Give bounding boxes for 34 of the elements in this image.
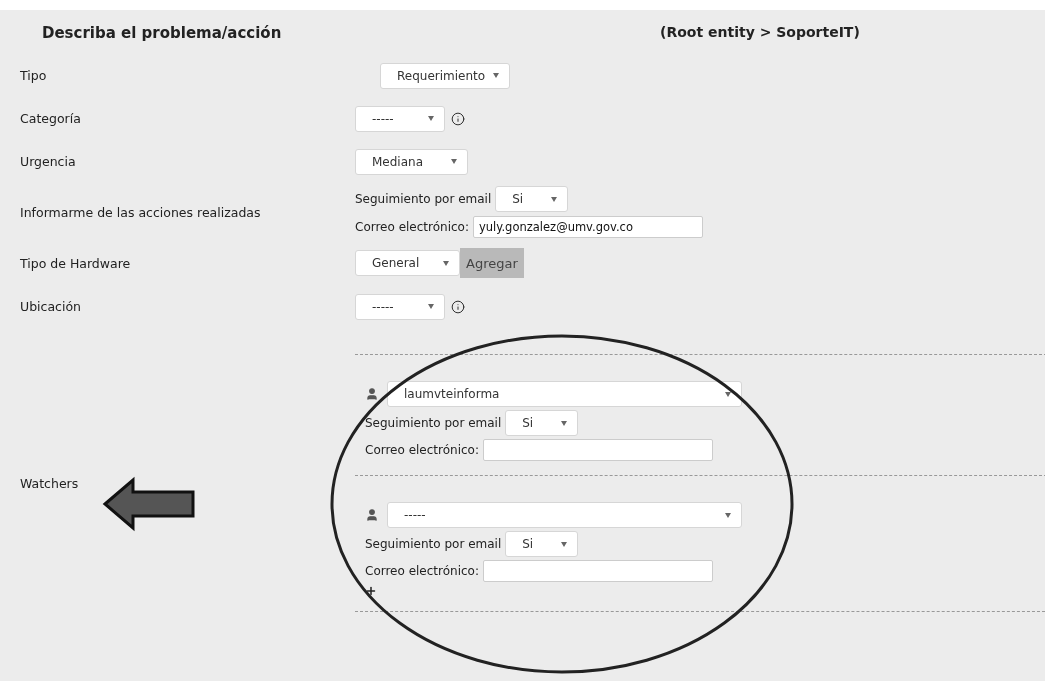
field-label: Seguimiento por email bbox=[365, 537, 502, 551]
user-icon bbox=[365, 508, 379, 522]
field-label: Correo electrónico: bbox=[365, 443, 479, 457]
section-title: Describa el problema/acción bbox=[41, 24, 283, 42]
entity-path: (Root entity > SoporteIT) bbox=[660, 24, 861, 42]
user-dropdown[interactable]: ----- bbox=[387, 502, 742, 528]
field-label: Tipo bbox=[20, 68, 48, 83]
dropdown[interactable]: General bbox=[355, 250, 460, 276]
add-button[interactable]: Agregar bbox=[460, 248, 524, 278]
info-icon[interactable] bbox=[451, 111, 465, 126]
field-label: Categoría bbox=[20, 111, 82, 126]
email-field[interactable]: yuly.gonzalez@umv.gov.co bbox=[473, 216, 703, 238]
field-label: Watchers bbox=[20, 475, 80, 491]
user-icon bbox=[365, 387, 379, 401]
dropdown[interactable]: Requerimiento bbox=[380, 62, 510, 89]
field-label: Ubicación bbox=[20, 299, 82, 314]
field-label: Tipo de Hardware bbox=[20, 255, 132, 271]
field-label: Seguimiento por email bbox=[365, 416, 502, 430]
dropdown[interactable]: Si bbox=[505, 531, 579, 557]
field-label: Seguimiento por email bbox=[355, 192, 492, 206]
field-label: Informarme de las acciones realizadas bbox=[20, 204, 262, 220]
email-field[interactable] bbox=[483, 439, 713, 461]
field-label: Urgencia bbox=[20, 154, 77, 169]
dropdown[interactable]: ----- bbox=[355, 293, 445, 320]
dropdown[interactable]: Si bbox=[495, 186, 569, 212]
email-field[interactable] bbox=[483, 560, 713, 582]
dropdown[interactable]: ----- bbox=[355, 105, 445, 132]
add-icon[interactable] bbox=[365, 585, 377, 597]
dropdown[interactable]: Si bbox=[505, 410, 579, 436]
dropdown[interactable]: Mediana bbox=[355, 148, 468, 175]
user-dropdown[interactable]: laumvteinforma bbox=[387, 381, 742, 407]
info-icon[interactable] bbox=[451, 299, 465, 314]
field-label: Correo electrónico: bbox=[355, 220, 469, 234]
field-label: Correo electrónico: bbox=[365, 564, 479, 578]
